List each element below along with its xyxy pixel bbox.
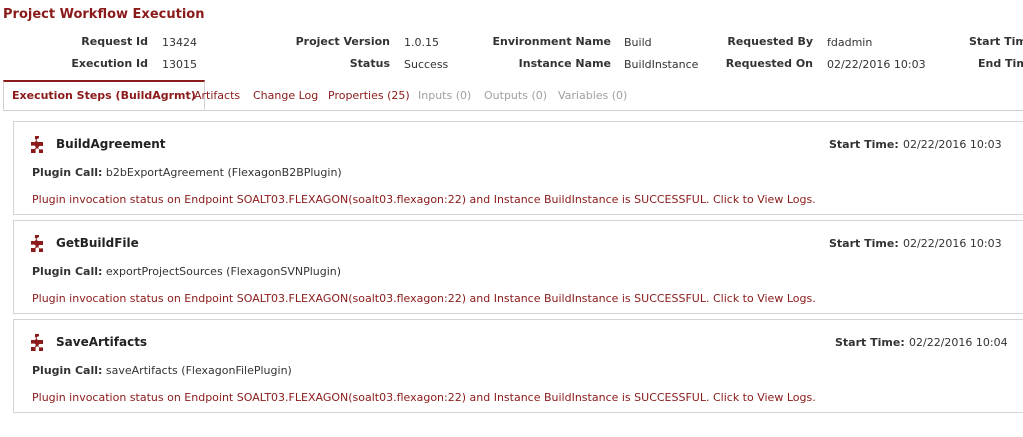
tab-change-log[interactable]: Change Log [253,80,318,110]
tab-inputs: Inputs (0) [418,89,472,102]
plugin-call-line: Plugin Call: exportProjectSources (Flexa… [32,265,341,278]
requested-on-label: Requested On [725,57,813,70]
plugin-call-label: Plugin Call: [32,265,103,278]
end-time-label: End Time [978,57,1023,70]
step-start-time-label: Start Time: [835,336,905,349]
step-card: SaveArtifacts Start Time: 02/22/2016 10:… [13,319,1023,413]
step-card: BuildAgreement Start Time: 02/22/2016 10… [13,121,1023,215]
environment-name-label: Environment Name [492,35,612,48]
tab-bar: Execution Steps (BuildAgrmt) Artifacts C… [3,80,1023,111]
tab-outputs: Outputs (0) [484,89,548,102]
view-logs-link[interactable]: Plugin invocation status on Endpoint SOA… [32,193,816,206]
puzzle-piece-icon [31,235,43,252]
request-id-value: 13424 [162,36,197,49]
plugin-call-line: Plugin Call: saveArtifacts (FlexagonFile… [32,364,292,377]
page-title: Project Workflow Execution [3,7,205,22]
instance-name-label: Instance Name [518,57,611,70]
plugin-call-value: saveArtifacts (FlexagonFilePlugin) [105,364,292,377]
plugin-call-label: Plugin Call: [32,166,103,179]
status-label: Status [349,57,390,70]
requested-on-value: 02/22/2016 10:03 [827,58,926,71]
project-version-label: Project Version [295,35,390,48]
tab-artifacts[interactable]: Artifacts [194,80,240,110]
plugin-call-label: Plugin Call: [32,364,103,377]
view-logs-link[interactable]: Plugin invocation status on Endpoint SOA… [32,292,816,305]
tab-variables: Variables (0) [558,89,628,102]
step-name: SaveArtifacts [56,335,148,349]
step-start-time-label: Start Time: [829,237,899,250]
plugin-call-value: exportProjectSources (FlexagonSVNPlugin) [105,265,342,278]
status-value: Success [404,58,449,71]
tab-properties[interactable]: Properties (25) [328,80,410,110]
plugin-call-value: b2bExportAgreement (FlexagonB2BPlugin) [105,166,342,179]
request-id-label: Request Id [81,35,148,48]
step-start-time-value: 02/22/2016 10:03 [903,138,1002,151]
tab-execution-steps[interactable]: Execution Steps (BuildAgrmt) [3,80,205,110]
step-start-time-label: Start Time: [829,138,899,151]
requested-by-value: fdadmin [827,36,873,49]
step-name: BuildAgreement [56,137,166,151]
start-time-label: Start Time [969,35,1023,48]
instance-name-value: BuildInstance [624,58,699,71]
execution-id-label: Execution Id [71,57,148,70]
environment-name-value: Build [624,36,652,49]
view-logs-link[interactable]: Plugin invocation status on Endpoint SOA… [32,391,816,404]
step-card: GetBuildFile Start Time: 02/22/2016 10:0… [13,220,1023,314]
puzzle-piece-icon [31,334,43,351]
execution-id-value: 13015 [162,58,197,71]
puzzle-piece-icon [31,136,43,153]
step-start-time-value: 02/22/2016 10:04 [909,336,1008,349]
project-version-value: 1.0.15 [404,36,439,49]
requested-by-label: Requested By [727,35,813,48]
step-start-time-value: 02/22/2016 10:03 [903,237,1002,250]
plugin-call-line: Plugin Call: b2bExportAgreement (Flexago… [32,166,342,179]
step-name: GetBuildFile [56,236,139,250]
